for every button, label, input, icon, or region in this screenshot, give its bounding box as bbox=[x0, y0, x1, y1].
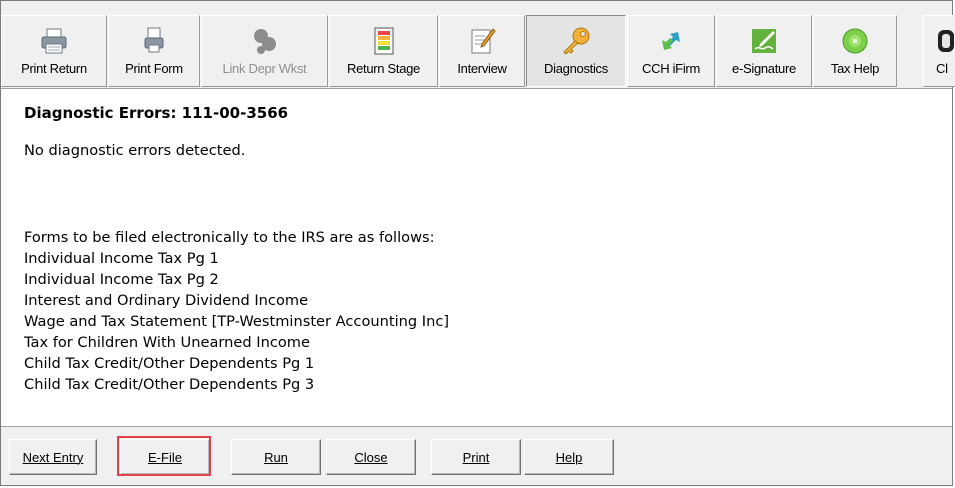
link-depr-wkst-label: Link Depr Wkst bbox=[222, 61, 307, 76]
e-signature-button[interactable]: e-Signature bbox=[716, 15, 812, 87]
cch-ifirm-button[interactable]: CCH iFirm bbox=[627, 15, 715, 87]
page-title: Diagnostic Errors: 111-00-3566 bbox=[24, 104, 289, 122]
efile-form-item: Individual Income Tax Pg 1 bbox=[24, 250, 219, 267]
efile-form-item: Tax for Children With Unearned Income bbox=[24, 334, 310, 351]
print-button[interactable]: Print bbox=[431, 439, 521, 475]
next-entry-button[interactable]: Next Entry bbox=[9, 439, 97, 475]
print-form-label: Print Form bbox=[125, 61, 183, 76]
diagnostics-pane: Diagnostic Errors: 111-00-3566 No diagno… bbox=[1, 90, 952, 426]
key-icon bbox=[563, 27, 590, 55]
partial-icon bbox=[938, 30, 954, 52]
printer-icon bbox=[41, 28, 67, 54]
print-return-button[interactable]: Print Return bbox=[1, 15, 107, 87]
interview-label: Interview bbox=[457, 61, 507, 76]
next-entry-label: Next Entry bbox=[22, 449, 84, 465]
efile-form-item: Child Tax Credit/Other Dependents Pg 1 bbox=[24, 355, 315, 372]
close-label: Close bbox=[354, 449, 388, 465]
interview-button[interactable]: Interview bbox=[439, 15, 525, 87]
efile-form-item: Child Tax Credit/Other Dependents Pg 3 bbox=[24, 376, 315, 393]
efile-form-item: Wage and Tax Statement [TP-Westminster A… bbox=[24, 313, 450, 330]
return-stage-button[interactable]: Return Stage bbox=[329, 15, 438, 87]
esignature-icon bbox=[752, 29, 776, 53]
run-label: Run bbox=[264, 449, 288, 465]
cch-ifirm-label: CCH iFirm bbox=[642, 61, 700, 76]
efile-button[interactable]: E-File bbox=[120, 439, 210, 475]
return-stage-label: Return Stage bbox=[346, 61, 420, 76]
ifirm-arrows-icon bbox=[662, 32, 680, 50]
cut-off-toolbar-label: Cl bbox=[936, 61, 948, 76]
link-depreciation-icon bbox=[253, 29, 276, 54]
print-form-button[interactable]: Print Form bbox=[108, 15, 200, 87]
link-depr-wkst-button[interactable]: Link Depr Wkst bbox=[201, 15, 328, 87]
bottom-button-bar: Next Entry E-File Run Close Print Help bbox=[1, 426, 952, 485]
cut-off-toolbar-button[interactable]: Cl bbox=[923, 15, 955, 87]
printer-form-icon bbox=[144, 27, 164, 53]
efile-intro-text: Forms to be filed electronically to the … bbox=[24, 229, 435, 246]
no-errors-message: No diagnostic errors detected. bbox=[24, 142, 246, 159]
return-stage-icon bbox=[374, 27, 393, 55]
print-return-label: Print Return bbox=[21, 61, 87, 76]
help-button[interactable]: Help bbox=[524, 439, 614, 475]
efile-label: E-File bbox=[148, 449, 182, 465]
close-button[interactable]: Close bbox=[326, 439, 416, 475]
tax-help-button[interactable]: Tax Help bbox=[813, 15, 897, 87]
e-signature-label: e-Signature bbox=[732, 61, 796, 76]
tax-help-icon bbox=[842, 28, 868, 54]
run-button[interactable]: Run bbox=[231, 439, 321, 475]
tax-help-label: Tax Help bbox=[830, 61, 880, 76]
diagnostics-button[interactable]: Diagnostics bbox=[526, 15, 626, 87]
toolbar: Print Return Print Form Link Depr Wkst R… bbox=[1, 1, 955, 89]
interview-icon bbox=[471, 28, 496, 54]
print-label: Print bbox=[462, 449, 490, 465]
diagnostics-label: Diagnostics bbox=[544, 61, 608, 76]
efile-form-item: Interest and Ordinary Dividend Income bbox=[24, 292, 309, 309]
help-label: Help bbox=[555, 449, 583, 465]
efile-form-item: Individual Income Tax Pg 2 bbox=[24, 271, 219, 288]
